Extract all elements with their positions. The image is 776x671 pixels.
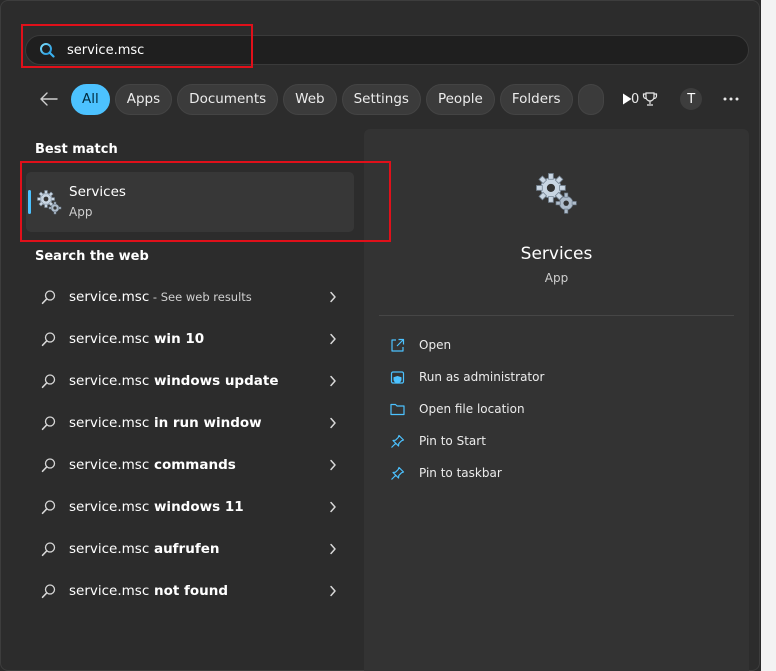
action-label: Pin to taskbar xyxy=(419,466,502,480)
detail-actions: Open Run as administrator Open file loca… xyxy=(389,329,544,489)
action-label: Run as administrator xyxy=(419,370,545,384)
search-icon xyxy=(41,332,56,347)
services-gear-icon xyxy=(37,190,62,215)
web-result-text: service.msc in run window xyxy=(69,415,262,431)
rewards-points[interactable]: 0 xyxy=(631,91,658,107)
web-result-text: service.msc win 10 xyxy=(69,331,205,347)
rewards-count: 0 xyxy=(631,91,640,107)
header-tools: 0 T xyxy=(631,85,741,113)
web-result-text: service.msc aufrufen xyxy=(69,541,220,557)
back-button[interactable] xyxy=(35,85,63,113)
filter-chip-overflow[interactable] xyxy=(577,83,604,115)
chevron-right-icon xyxy=(330,501,336,513)
best-match-type: App xyxy=(69,205,93,219)
arrow-left-icon xyxy=(40,92,58,106)
detail-app-type: App xyxy=(544,271,569,285)
web-result-item[interactable]: service.msc windows update xyxy=(31,360,351,402)
best-match-name: Services xyxy=(69,184,126,200)
services-gear-icon xyxy=(536,173,577,214)
filter-chip-people[interactable]: People xyxy=(425,83,495,115)
more-horizontal-icon xyxy=(723,97,739,101)
start-search-panel: All Apps Documents Web Settings People F… xyxy=(0,0,760,671)
background-window-edge xyxy=(761,0,776,671)
app-detail-pane: Services App Open Run as administrator O… xyxy=(364,129,749,671)
web-result-text: service.msc commands xyxy=(69,457,236,473)
shield-icon xyxy=(389,369,405,385)
filter-chip-folders[interactable]: Folders xyxy=(499,83,573,115)
search-icon xyxy=(41,290,56,305)
action-pin-to-taskbar[interactable]: Pin to taskbar xyxy=(389,457,544,489)
chevron-right-icon xyxy=(330,585,336,597)
folder-icon xyxy=(389,401,405,417)
chevron-right-icon xyxy=(330,417,336,429)
chevron-right-icon xyxy=(330,543,336,555)
web-result-text: service.msc - See web results xyxy=(69,289,252,305)
web-results-list: service.msc - See web results service.ms… xyxy=(31,276,351,612)
filter-chip-documents[interactable]: Documents xyxy=(177,83,279,115)
web-result-item[interactable]: service.msc win 10 xyxy=(31,318,351,360)
search-input[interactable] xyxy=(67,42,667,58)
open-external-icon xyxy=(389,337,405,353)
selection-indicator xyxy=(28,190,31,214)
action-open[interactable]: Open xyxy=(389,329,544,361)
filter-row: All Apps Documents Web Settings People F… xyxy=(35,83,639,115)
action-pin-to-start[interactable]: Pin to Start xyxy=(389,425,544,457)
web-result-text: service.msc windows 11 xyxy=(69,499,244,515)
filter-chip-apps[interactable]: Apps xyxy=(114,83,173,115)
action-run-as-admin[interactable]: Run as administrator xyxy=(389,361,544,393)
search-icon xyxy=(40,43,55,58)
action-label: Pin to Start xyxy=(419,434,486,448)
web-result-item[interactable]: service.msc not found xyxy=(31,570,351,612)
chevron-right-icon xyxy=(330,333,336,345)
web-result-item[interactable]: service.msc - See web results xyxy=(31,276,351,318)
search-icon xyxy=(41,584,56,599)
action-open-file-location[interactable]: Open file location xyxy=(389,393,544,425)
best-match-item-services[interactable]: Services App xyxy=(26,172,354,232)
chevron-right-icon xyxy=(330,459,336,471)
web-result-text: service.msc not found xyxy=(69,583,229,599)
pin-icon xyxy=(389,433,405,449)
search-web-heading: Search the web xyxy=(35,249,149,264)
web-result-text: service.msc windows update xyxy=(69,373,279,389)
filter-chip-settings[interactable]: Settings xyxy=(341,83,421,115)
chevron-right-icon xyxy=(330,375,336,387)
search-icon xyxy=(41,374,56,389)
search-icon xyxy=(41,500,56,515)
search-bar[interactable] xyxy=(25,35,749,65)
web-result-item[interactable]: service.msc in run window xyxy=(31,402,351,444)
web-result-item[interactable]: service.msc windows 11 xyxy=(31,486,351,528)
search-icon xyxy=(41,458,56,473)
action-label: Open file location xyxy=(419,402,525,416)
filter-chip-web[interactable]: Web xyxy=(283,83,337,115)
filter-chip-all[interactable]: All xyxy=(71,83,110,115)
avatar[interactable]: T xyxy=(680,88,703,110)
action-label: Open xyxy=(419,338,452,352)
web-result-item[interactable]: service.msc aufrufen xyxy=(31,528,351,570)
search-icon xyxy=(41,542,56,557)
best-match-heading: Best match xyxy=(35,142,118,157)
chevron-right-icon xyxy=(330,291,336,303)
web-result-item[interactable]: service.msc commands xyxy=(31,444,351,486)
detail-divider xyxy=(379,315,734,316)
search-icon xyxy=(41,416,56,431)
more-options-button[interactable] xyxy=(721,97,741,101)
pin-icon xyxy=(389,465,405,481)
detail-app-name: Services xyxy=(520,244,593,264)
trophy-icon xyxy=(643,92,658,106)
